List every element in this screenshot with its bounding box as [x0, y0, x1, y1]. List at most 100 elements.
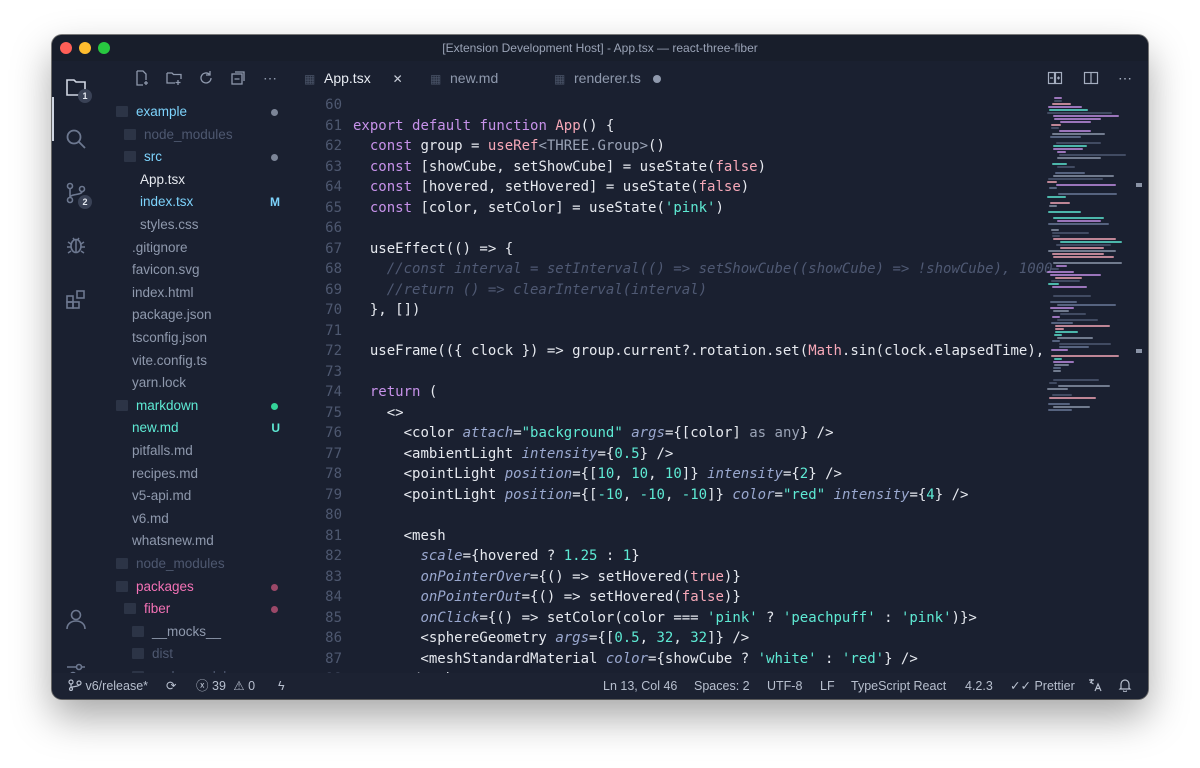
folder-icon: [124, 128, 136, 140]
ts-version[interactable]: 4.2.3: [965, 673, 993, 699]
file-item[interactable]: new.md U: [100, 417, 292, 439]
eol-status[interactable]: LF: [820, 673, 835, 699]
tab-new-md[interactable]: ▦ new.md: [430, 61, 498, 95]
line-content: <mesh: [353, 527, 446, 544]
feedback-icon[interactable]: [1088, 673, 1102, 699]
minimap-line: [1052, 232, 1089, 234]
file-item[interactable]: favicon.svg: [100, 259, 292, 281]
folder-item[interactable]: fiber: [100, 598, 292, 620]
minimap-line: [1054, 334, 1062, 336]
new-folder-icon[interactable]: [164, 70, 184, 89]
folder-item[interactable]: __mocks__: [100, 621, 292, 643]
close-tab-icon[interactable]: ✕: [393, 72, 403, 86]
folder-icon: [116, 580, 128, 592]
refresh-icon[interactable]: [196, 70, 216, 89]
line-number: 78: [325, 466, 342, 482]
minimap-line: [1051, 322, 1073, 324]
minimap[interactable]: [1047, 95, 1148, 673]
activity-bar: 1 2: [52, 61, 100, 679]
folder-item[interactable]: src: [100, 146, 292, 168]
folder-item[interactable]: packages: [100, 576, 292, 598]
file-item[interactable]: tsconfig.json: [100, 327, 292, 349]
file-item[interactable]: index.html: [100, 282, 292, 304]
scroll-marker: [1136, 183, 1142, 187]
minimap-line: [1059, 130, 1091, 132]
zoom-window-button[interactable]: [98, 42, 110, 54]
minimap-line: [1053, 145, 1087, 147]
prettier-status[interactable]: ✓✓ Prettier: [1010, 673, 1075, 699]
line-content: useEffect(() => {: [369, 240, 514, 257]
minimap-line: [1047, 271, 1074, 273]
minimap-line: [1051, 280, 1080, 282]
tab-renderer-ts[interactable]: ▦ renderer.ts: [554, 61, 661, 95]
git-status-mark: U: [271, 421, 280, 436]
file-item[interactable]: styles.css: [100, 214, 292, 236]
file-item[interactable]: recipes.md: [100, 463, 292, 485]
more-tab-actions-icon[interactable]: ⋯: [1116, 70, 1134, 87]
line-content: }, []): [353, 302, 421, 318]
source-control-icon[interactable]: 2: [64, 181, 92, 209]
search-icon[interactable]: [64, 127, 88, 151]
tree-item-label: pitfalls.md: [132, 443, 193, 458]
open-changes-icon[interactable]: [1046, 70, 1064, 89]
file-item[interactable]: yarn.lock: [100, 372, 292, 394]
code-editor[interactable]: 60 61 export default function App() {62 co…: [292, 95, 1148, 673]
account-icon[interactable]: [64, 607, 88, 631]
line-content: export default function App() {: [353, 117, 615, 134]
folder-item[interactable]: node_modules: [100, 124, 292, 146]
file-item[interactable]: whatsnew.md: [100, 530, 292, 552]
minimap-line: [1052, 133, 1105, 135]
tree-item-label: index.html: [132, 284, 194, 300]
minimap-line: [1048, 403, 1070, 405]
folder-item[interactable]: node_modules: [100, 553, 292, 575]
line-number: 86: [325, 630, 342, 646]
lightning-icon[interactable]: ϟ: [278, 673, 285, 699]
close-window-button[interactable]: [60, 42, 72, 54]
file-item[interactable]: package.json: [100, 304, 292, 326]
more-actions-icon[interactable]: ⋯: [260, 70, 280, 87]
code-area[interactable]: 60 61 export default function App() {62 co…: [292, 95, 1052, 673]
sync-icon[interactable]: ⟳: [166, 673, 176, 699]
problems-status[interactable]: ⓧ 39 ⚠ 0: [196, 673, 255, 699]
minimap-line: [1048, 178, 1103, 180]
minimap-line: [1059, 343, 1111, 345]
file-item[interactable]: .gitignore: [100, 237, 292, 259]
file-item[interactable]: v5-api.md: [100, 485, 292, 507]
encoding-status[interactable]: UTF-8: [767, 673, 802, 699]
window-title: [Extension Development Host] - App.tsx —…: [442, 41, 758, 55]
debug-icon[interactable]: [64, 233, 88, 257]
minimize-window-button[interactable]: [79, 42, 91, 54]
language-mode[interactable]: TypeScript React: [851, 673, 946, 699]
minimap-line: [1055, 331, 1078, 333]
file-icon: ▦: [304, 72, 316, 86]
tree-item-label: whatsnew.md: [132, 533, 214, 549]
tree-item-label: .gitignore: [132, 239, 188, 255]
explorer-icon[interactable]: 1: [64, 75, 92, 103]
notifications-bell-icon[interactable]: [1118, 673, 1132, 699]
file-item[interactable]: vite.config.ts: [100, 350, 292, 372]
new-file-icon[interactable]: [132, 70, 152, 89]
folder-item[interactable]: example: [100, 101, 292, 123]
minimap-line: [1048, 106, 1082, 108]
minimap-line: [1053, 238, 1116, 240]
extensions-icon[interactable]: [64, 287, 88, 311]
indentation-status[interactable]: Spaces: 2: [694, 673, 750, 699]
line-number: 79: [325, 486, 342, 503]
cursor-position[interactable]: Ln 13, Col 46: [603, 673, 677, 699]
tree-item-label: App.tsx: [140, 171, 186, 187]
minimap-line: [1051, 127, 1059, 129]
minimap-line: [1060, 247, 1104, 249]
branch-status[interactable]: v6/release*: [68, 673, 148, 699]
file-item[interactable]: index.tsx M: [100, 191, 292, 213]
split-editor-icon[interactable]: [1082, 70, 1100, 89]
file-item[interactable]: v6.md: [100, 508, 292, 530]
minimap-line: [1056, 184, 1116, 186]
line-number: 63: [325, 158, 342, 175]
file-item[interactable]: App.tsx: [100, 169, 292, 191]
minimap-line: [1052, 316, 1060, 318]
tab-app-tsx[interactable]: ▦ App.tsx ✕: [304, 61, 403, 95]
folder-item[interactable]: markdown: [100, 395, 292, 417]
collapse-all-icon[interactable]: [228, 70, 248, 89]
file-item[interactable]: pitfalls.md: [100, 440, 292, 462]
folder-item[interactable]: dist: [100, 643, 292, 665]
